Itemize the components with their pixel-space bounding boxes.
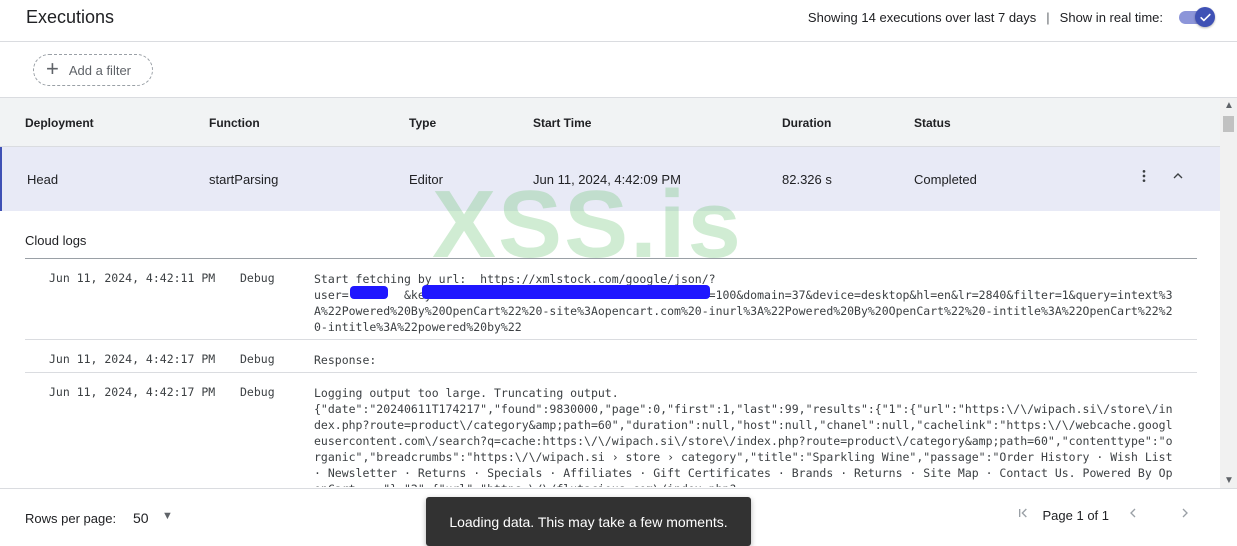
log-message: Start fetching by url: https://xmlstock.…	[314, 272, 1173, 334]
header-separator: |	[1046, 9, 1050, 25]
table-row[interactable]: Head startParsing Editor Jun 11, 2024, 4…	[0, 147, 1220, 211]
chevron-up-icon[interactable]	[1170, 168, 1186, 189]
cell-duration: 82.326 s	[782, 172, 832, 187]
log-time: Jun 11, 2024, 4:42:11 PM	[49, 271, 216, 285]
log-entry: Jun 11, 2024, 4:42:11 PM Debug Start fet…	[25, 259, 1197, 340]
column-header-duration[interactable]: Duration	[782, 116, 831, 130]
log-entry: Jun 11, 2024, 4:42:17 PM Debug Response:	[25, 340, 1197, 373]
cell-function: startParsing	[209, 172, 279, 187]
log-time: Jun 11, 2024, 4:42:17 PM	[49, 352, 216, 366]
add-filter-label: Add a filter	[68, 62, 132, 78]
pagination: Page 1 of 1	[1011, 505, 1198, 526]
log-level: Debug	[240, 385, 275, 399]
log-level: Debug	[240, 271, 275, 285]
table-header: Deployment Function Type Start Time Dura…	[0, 98, 1220, 147]
redaction-mark	[350, 286, 388, 299]
add-filter-button[interactable]: + Add a filter	[33, 54, 153, 86]
rows-per-page-select[interactable]: 50	[133, 510, 149, 526]
cell-status: Completed	[914, 172, 977, 187]
cell-start-time: Jun 11, 2024, 4:42:09 PM	[533, 172, 681, 187]
cloud-logs-title: Cloud logs	[25, 233, 87, 248]
scroll-thumb[interactable]	[1223, 116, 1234, 132]
executions-summary: Showing 14 executions over last 7 days	[807, 9, 1037, 25]
column-header-start-time[interactable]: Start Time	[533, 116, 591, 130]
loading-toast: Loading data. This may take a few moment…	[426, 497, 751, 546]
more-vert-icon[interactable]	[1136, 168, 1152, 189]
scroll-up-icon[interactable]: ▲	[1224, 100, 1234, 111]
redaction-mark	[422, 285, 710, 299]
header-controls: Showing 14 executions over last 7 days |…	[807, 0, 1215, 34]
check-icon	[1199, 13, 1211, 21]
log-message: Response:	[314, 353, 377, 367]
cell-type: Editor	[409, 172, 443, 187]
cell-deployment: Head	[27, 172, 59, 187]
rows-per-page-label: Rows per page:	[25, 511, 117, 526]
scroll-down-icon[interactable]: ▼	[1224, 475, 1234, 486]
toast-message: Loading data. This may take a few moment…	[449, 513, 728, 530]
toggle-knob	[1195, 7, 1215, 27]
column-header-deployment[interactable]: Deployment	[25, 116, 94, 130]
page-indicator: Page 1 of 1	[1042, 508, 1110, 523]
cloud-logs-panel: Cloud logs Jun 11, 2024, 4:42:11 PM Debu…	[0, 211, 1220, 487]
log-entry: Jun 11, 2024, 4:42:17 PM Debug Logging o…	[25, 373, 1197, 487]
page-header: Executions Showing 14 executions over la…	[0, 0, 1237, 42]
vertical-scrollbar[interactable]: ▲ ▼	[1220, 98, 1237, 488]
first-page-icon[interactable]	[1011, 505, 1035, 526]
realtime-label: Show in real time:	[1059, 9, 1163, 25]
log-level: Debug	[240, 352, 275, 366]
page-title: Executions	[26, 7, 115, 27]
caret-down-icon[interactable]: ▼	[162, 510, 173, 522]
log-time: Jun 11, 2024, 4:42:17 PM	[49, 385, 216, 399]
row-actions	[1136, 168, 1186, 189]
filter-bar: + Add a filter	[0, 42, 1237, 98]
column-header-type[interactable]: Type	[409, 116, 436, 130]
chevron-right-icon[interactable]	[1173, 505, 1197, 526]
plus-icon: +	[46, 56, 59, 81]
chevron-left-icon[interactable]	[1121, 505, 1145, 526]
realtime-toggle[interactable]	[1177, 7, 1215, 27]
column-header-status[interactable]: Status	[914, 116, 951, 130]
log-message: Logging output too large. Truncating out…	[314, 386, 1173, 487]
column-header-function[interactable]: Function	[209, 116, 260, 130]
